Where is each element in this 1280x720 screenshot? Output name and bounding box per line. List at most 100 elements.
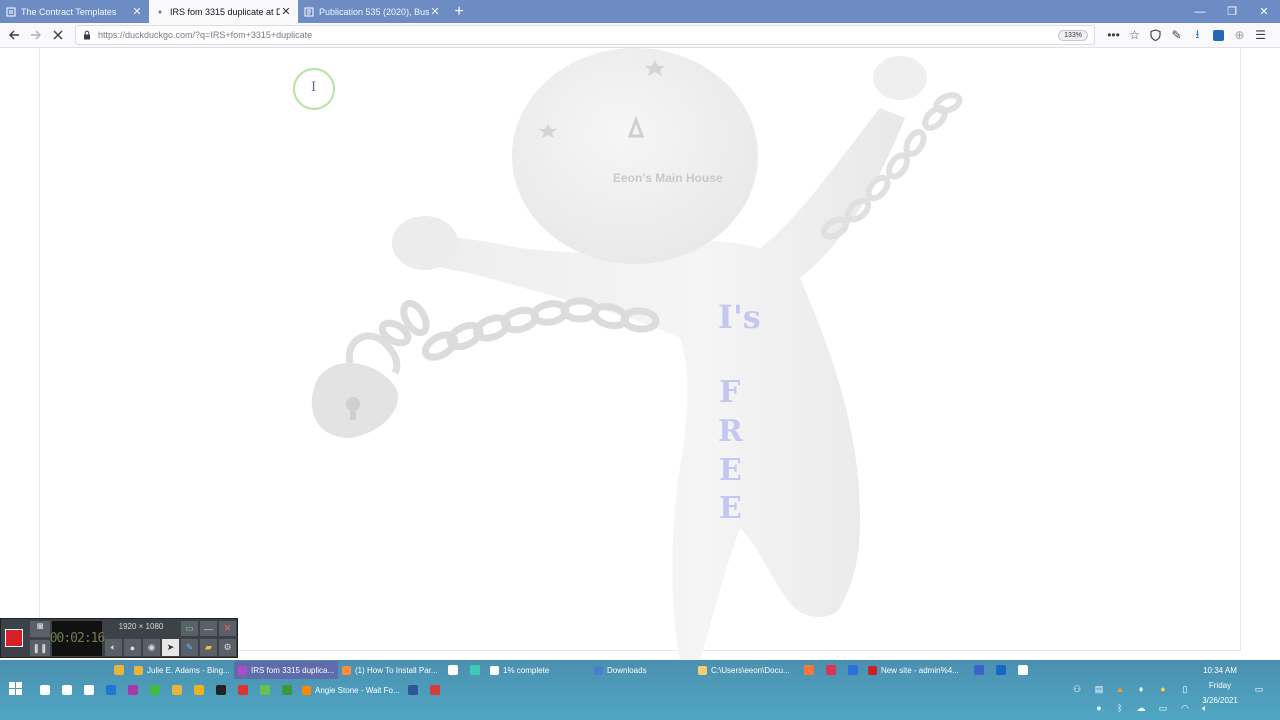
pause-button[interactable]: ❚❚ <box>30 640 50 656</box>
app2-icon[interactable] <box>276 681 298 699</box>
free-text-f: F <box>719 375 741 410</box>
taskbar-button[interactable]: New site - admin%4... <box>864 661 968 679</box>
plex-icon[interactable] <box>188 681 210 699</box>
cursor-highlight-ring: I <box>293 68 335 110</box>
free-text-is: I's <box>718 298 761 336</box>
norton-icon[interactable]: ● <box>1156 682 1170 696</box>
upload-icon[interactable] <box>968 661 990 679</box>
back-button[interactable] <box>3 24 25 46</box>
stop-recording-button[interactable] <box>5 629 23 647</box>
webcam-icon[interactable]: ◉ <box>143 639 160 656</box>
minimize-icon[interactable]: — <box>1184 0 1216 23</box>
close-tab-icon[interactable]: ✕ <box>280 5 292 18</box>
bookmark-star-icon[interactable]: ☆ <box>1124 24 1145 46</box>
menu-icon[interactable]: ☰ <box>1250 24 1271 46</box>
onedrive-icon[interactable]: ☁ <box>1134 701 1148 715</box>
stop-loading-button[interactable] <box>47 24 69 46</box>
chrome-icon <box>134 665 143 675</box>
taskbar-button[interactable]: IRS fom 3315 duplica... <box>234 661 338 679</box>
new-tab-button[interactable]: + <box>447 0 471 23</box>
cortana-icon[interactable] <box>56 681 78 699</box>
tab-duckduckgo-search[interactable]: IRS fom 3315 duplicate at DuckDuckGo ✕ <box>149 0 298 23</box>
more-actions-icon[interactable]: ••• <box>1103 24 1124 46</box>
taskbar-button[interactable]: 1% complete <box>486 661 590 679</box>
people-icon[interactable]: ⚇ <box>1070 682 1084 696</box>
forward-button[interactable] <box>25 24 47 46</box>
keyboard-icon[interactable]: ▤ <box>1092 682 1106 696</box>
media-icon[interactable] <box>1012 661 1034 679</box>
chrome-icon[interactable] <box>108 661 130 679</box>
clock-date: 3/26/2021 <box>1202 696 1238 705</box>
download-icon[interactable]: ⭳ <box>1187 24 1208 46</box>
yahoo-icon-glyph <box>448 665 458 675</box>
region-icon[interactable]: ▭ <box>181 621 198 636</box>
close-icon[interactable]: ✕ <box>219 621 236 636</box>
system-clock[interactable]: 10:34 AM Friday 3/26/2021 <box>1196 663 1244 708</box>
terminal-icon[interactable] <box>210 681 232 699</box>
windows-start-icon[interactable] <box>9 682 22 698</box>
zoom-level-badge[interactable]: 133% <box>1058 29 1088 41</box>
taskbar-button[interactable]: Julie E. Adams - Bing... <box>130 661 234 679</box>
minimize-icon[interactable]: — <box>200 621 217 636</box>
fire-icon-glyph <box>804 665 814 675</box>
wifi-icon[interactable]: ◠ <box>1178 701 1192 715</box>
onenote-icon-glyph <box>128 685 138 695</box>
folder-icon <box>698 665 707 675</box>
app3-icon-glyph <box>430 685 440 695</box>
page-viewport: Eeon's Main House I's F R E E I <box>0 48 1280 660</box>
extension-wand-icon[interactable]: ✎ <box>1166 24 1187 46</box>
restore-icon[interactable]: ❐ <box>1216 0 1248 23</box>
edge-icon[interactable] <box>464 661 486 679</box>
tab-title: The Contract Templates <box>21 6 117 17</box>
taskbar-button[interactable]: C:\Users\eeon\Docu... <box>694 661 798 679</box>
tab-contract-templates[interactable]: The Contract Templates ✕ <box>0 0 149 23</box>
vlc-tray-icon[interactable]: ▲ <box>1113 682 1127 696</box>
gear-icon[interactable]: ⚙ <box>219 639 236 656</box>
taskbar-button[interactable]: Angie Stone - Wait Fo... <box>298 681 402 699</box>
battery-icon[interactable]: ▭ <box>1156 701 1170 715</box>
tab-publication-535[interactable]: Publication 535 (2020), Business Expense… <box>298 0 447 23</box>
taskbar-button[interactable]: Downloads <box>590 661 694 679</box>
phone-icon[interactable]: ▯ <box>1178 682 1192 696</box>
bluetooth-icon[interactable]: ᛒ <box>1113 701 1127 715</box>
onenote-icon[interactable] <box>122 681 144 699</box>
extension-square-icon[interactable] <box>1208 24 1229 46</box>
url-bar[interactable]: https://duckduckgo.com/?q=IRS+fom+3315+d… <box>75 25 1095 45</box>
taskbar-button-label: (1) How To Install Par... <box>355 665 438 675</box>
pen-icon[interactable]: ✎ <box>181 639 198 656</box>
camera-icon[interactable]: ◙ <box>30 621 50 637</box>
microphone-icon[interactable]: ● <box>124 639 141 656</box>
close-window-icon[interactable]: ✕ <box>1248 0 1280 23</box>
close-tab-icon[interactable]: ✕ <box>429 5 441 18</box>
fire-icon[interactable] <box>798 661 820 679</box>
outlook-icon[interactable] <box>990 661 1012 679</box>
search-icon[interactable] <box>34 681 56 699</box>
cursor-icon[interactable]: ➤ <box>162 639 179 656</box>
dropbox-icon[interactable]: ♦ <box>1134 682 1148 696</box>
evernote-icon[interactable] <box>144 681 166 699</box>
taskbar-button[interactable]: (1) How To Install Par... <box>338 661 442 679</box>
task-view-icon[interactable] <box>78 681 100 699</box>
speaker-icon[interactable]: 🔈︎ <box>105 639 122 656</box>
globe-icon[interactable]: ⊕ <box>1229 24 1250 46</box>
folder-icon[interactable]: ▰ <box>200 639 217 656</box>
word-icon[interactable] <box>402 681 424 699</box>
shield-icon[interactable] <box>1145 24 1166 46</box>
edge-icon[interactable] <box>100 681 122 699</box>
app3-icon[interactable] <box>424 681 446 699</box>
recording-resolution: 1920 × 1080 <box>118 622 164 631</box>
notifications-icon[interactable]: ▭ <box>1252 682 1266 696</box>
chrome-icon[interactable] <box>166 681 188 699</box>
app-icon[interactable] <box>254 681 276 699</box>
freedom-figure-illustration <box>311 48 963 660</box>
gear-icon[interactable] <box>820 661 842 679</box>
microphone-tray-icon[interactable]: ● <box>1092 701 1106 715</box>
firefox-icon <box>342 665 351 675</box>
taskbar-button-label: Angie Stone - Wait Fo... <box>315 685 400 695</box>
mail-icon[interactable] <box>842 661 864 679</box>
close-tab-icon[interactable]: ✕ <box>131 5 143 18</box>
yahoo-icon[interactable] <box>442 661 464 679</box>
irs-icon <box>304 7 314 16</box>
video-icon[interactable] <box>232 681 254 699</box>
lock-icon <box>84 30 90 40</box>
